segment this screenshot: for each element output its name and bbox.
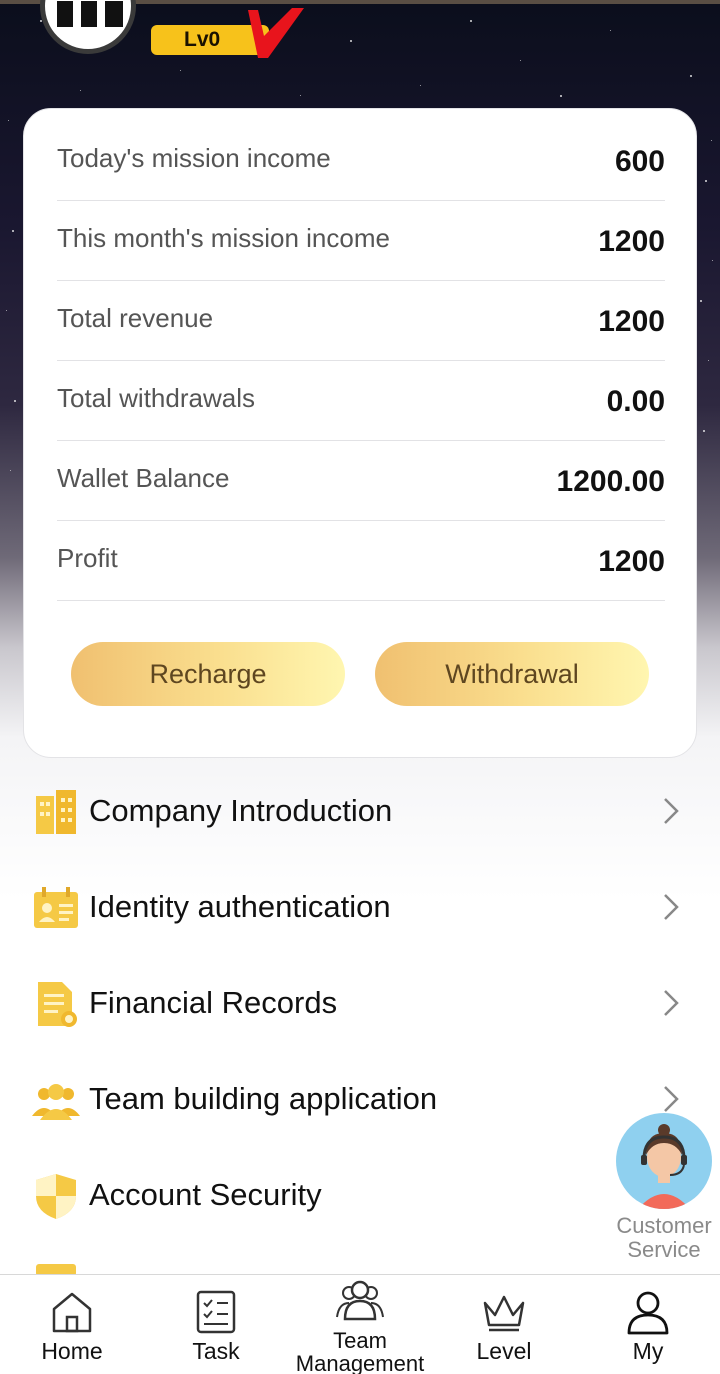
recharge-button[interactable]: Recharge	[71, 642, 345, 706]
menu-item-company-introduction[interactable]: Company Introduction	[0, 760, 720, 856]
menu-label: Team building application	[89, 1081, 438, 1116]
tab-label-line2: Management	[295, 1351, 425, 1374]
chevron-right-icon	[664, 990, 679, 1016]
stat-value: 600	[614, 145, 665, 178]
tab-team-management[interactable]: Team Management	[288, 1275, 432, 1374]
stat-label: Total withdrawals	[57, 383, 255, 413]
stat-row-today: Today's mission income 600	[57, 121, 665, 201]
id-card-icon	[34, 887, 78, 928]
tab-label: Home	[41, 1338, 103, 1364]
customer-service-button[interactable]: Customer Service	[612, 1113, 716, 1273]
tab-home[interactable]: Home	[0, 1275, 144, 1374]
menu-label: Company Introduction	[89, 793, 393, 828]
stat-label: Today's mission income	[57, 143, 331, 173]
tab-label: Level	[476, 1338, 532, 1364]
tab-label: My	[632, 1338, 664, 1364]
task-icon	[196, 1290, 236, 1334]
partial-menu-icon	[36, 1264, 76, 1274]
building-icon	[36, 790, 76, 834]
stat-value: 0.00	[606, 385, 665, 418]
menu-label: Identity authentication	[89, 889, 391, 924]
chevron-right-icon	[664, 894, 679, 920]
level-text: Lv0	[184, 28, 221, 51]
stat-row-withdrawals: Total withdrawals 0.00	[57, 361, 665, 441]
stat-row-wallet-balance: Wallet Balance 1200.00	[57, 441, 665, 521]
tab-my[interactable]: My	[576, 1275, 720, 1374]
shield-icon	[36, 1174, 76, 1219]
bottom-tab-bar: Home Task Team Management Level My	[0, 1274, 720, 1374]
tab-label-line1: Team	[333, 1328, 387, 1353]
agent-icon	[638, 1124, 690, 1209]
tab-label: Task	[192, 1338, 240, 1364]
stat-row-profit: Profit 1200	[57, 521, 665, 601]
document-icon	[38, 982, 77, 1027]
menu-label: Financial Records	[89, 985, 338, 1020]
avatar-image	[57, 1, 123, 27]
vip-v-icon	[248, 8, 304, 58]
chevron-right-icon	[664, 798, 679, 824]
stat-row-total-revenue: Total revenue 1200	[57, 281, 665, 361]
customer-service-line1: Customer	[616, 1213, 712, 1238]
menu-item-financial-records[interactable]: Financial Records	[0, 952, 720, 1048]
tab-label: Team Management	[288, 1329, 432, 1374]
stat-row-month: This month's mission income 1200	[57, 201, 665, 281]
menu-label: Account Security	[89, 1177, 322, 1212]
customer-service-label: Customer Service	[612, 1214, 716, 1262]
team-icon	[336, 1280, 384, 1321]
customer-service-line2: Service	[627, 1237, 701, 1262]
user-icon	[627, 1291, 669, 1335]
stats-card: Today's mission income 600 This month's …	[23, 108, 697, 758]
menu-item-identity-authentication[interactable]: Identity authentication	[0, 856, 720, 952]
home-icon	[52, 1292, 92, 1333]
team-icon	[32, 1084, 80, 1120]
stat-label: Profit	[57, 543, 118, 573]
stat-value: 1200.00	[556, 465, 665, 498]
tab-task[interactable]: Task	[144, 1275, 288, 1374]
crown-icon	[483, 1295, 525, 1332]
customer-service-avatar	[616, 1113, 712, 1209]
stat-value: 1200	[598, 225, 665, 258]
chevron-right-icon	[664, 1086, 679, 1112]
stat-label: Wallet Balance	[57, 463, 230, 493]
stat-label: Total revenue	[57, 303, 214, 333]
tab-level[interactable]: Level	[432, 1275, 576, 1374]
stat-label: This month's mission income	[57, 223, 390, 253]
stat-value: 1200	[598, 545, 665, 578]
stat-value: 1200	[598, 305, 665, 338]
withdrawal-button[interactable]: Withdrawal	[375, 642, 649, 706]
